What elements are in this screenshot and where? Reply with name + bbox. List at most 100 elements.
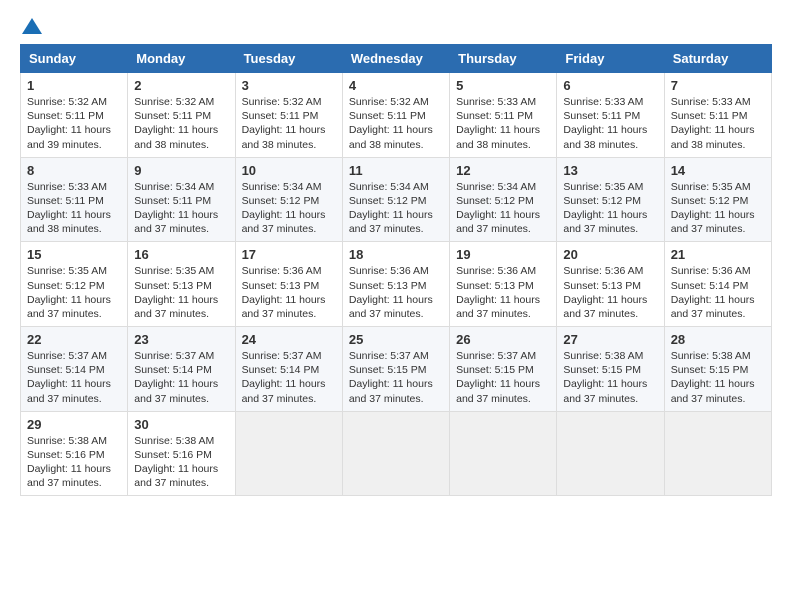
sunrise-label: Sunrise: 5:36 AM	[671, 265, 751, 277]
sunrise-label: Sunrise: 5:35 AM	[671, 181, 751, 193]
cell-content: Sunrise: 5:34 AM Sunset: 5:12 PM Dayligh…	[242, 180, 336, 237]
daylight-label: Daylight: 11 hours and 38 minutes.	[349, 124, 433, 150]
sunrise-label: Sunrise: 5:32 AM	[349, 96, 429, 108]
sunset-label: Sunset: 5:11 PM	[27, 110, 104, 122]
calendar-cell: 30 Sunrise: 5:38 AM Sunset: 5:16 PM Dayl…	[128, 411, 235, 496]
calendar-cell: 11 Sunrise: 5:34 AM Sunset: 5:12 PM Dayl…	[342, 157, 449, 242]
calendar-day-header: Thursday	[450, 45, 557, 73]
calendar-cell: 24 Sunrise: 5:37 AM Sunset: 5:14 PM Dayl…	[235, 327, 342, 412]
sunset-label: Sunset: 5:11 PM	[27, 195, 104, 207]
sunset-label: Sunset: 5:16 PM	[27, 449, 105, 461]
sunrise-label: Sunrise: 5:37 AM	[242, 350, 322, 362]
cell-content: Sunrise: 5:37 AM Sunset: 5:14 PM Dayligh…	[27, 349, 121, 406]
sunrise-label: Sunrise: 5:32 AM	[27, 96, 107, 108]
daylight-label: Daylight: 11 hours and 38 minutes.	[563, 124, 647, 150]
cell-content: Sunrise: 5:36 AM Sunset: 5:13 PM Dayligh…	[349, 264, 443, 321]
day-number: 17	[242, 247, 336, 262]
day-number: 12	[456, 163, 550, 178]
calendar-cell: 17 Sunrise: 5:36 AM Sunset: 5:13 PM Dayl…	[235, 242, 342, 327]
sunset-label: Sunset: 5:14 PM	[134, 364, 212, 376]
day-number: 1	[27, 78, 121, 93]
cell-content: Sunrise: 5:35 AM Sunset: 5:12 PM Dayligh…	[27, 264, 121, 321]
day-number: 3	[242, 78, 336, 93]
daylight-label: Daylight: 11 hours and 37 minutes.	[134, 294, 218, 320]
calendar-cell	[235, 411, 342, 496]
sunset-label: Sunset: 5:13 PM	[134, 280, 212, 292]
cell-content: Sunrise: 5:32 AM Sunset: 5:11 PM Dayligh…	[349, 95, 443, 152]
daylight-label: Daylight: 11 hours and 37 minutes.	[563, 378, 647, 404]
sunset-label: Sunset: 5:13 PM	[563, 280, 641, 292]
daylight-label: Daylight: 11 hours and 37 minutes.	[456, 294, 540, 320]
daylight-label: Daylight: 11 hours and 37 minutes.	[134, 378, 218, 404]
daylight-label: Daylight: 11 hours and 37 minutes.	[671, 294, 755, 320]
daylight-label: Daylight: 11 hours and 37 minutes.	[134, 463, 218, 489]
day-number: 24	[242, 332, 336, 347]
sunrise-label: Sunrise: 5:32 AM	[242, 96, 322, 108]
daylight-label: Daylight: 11 hours and 37 minutes.	[456, 378, 540, 404]
calendar-cell	[342, 411, 449, 496]
sunrise-label: Sunrise: 5:35 AM	[134, 265, 214, 277]
sunrise-label: Sunrise: 5:33 AM	[563, 96, 643, 108]
sunrise-label: Sunrise: 5:34 AM	[456, 181, 536, 193]
sunrise-label: Sunrise: 5:37 AM	[134, 350, 214, 362]
daylight-label: Daylight: 11 hours and 37 minutes.	[134, 209, 218, 235]
calendar-cell: 9 Sunrise: 5:34 AM Sunset: 5:11 PM Dayli…	[128, 157, 235, 242]
daylight-label: Daylight: 11 hours and 37 minutes.	[671, 209, 755, 235]
daylight-label: Daylight: 11 hours and 37 minutes.	[349, 209, 433, 235]
day-number: 22	[27, 332, 121, 347]
calendar-week-row: 15 Sunrise: 5:35 AM Sunset: 5:12 PM Dayl…	[21, 242, 772, 327]
day-number: 9	[134, 163, 228, 178]
sunset-label: Sunset: 5:12 PM	[456, 195, 534, 207]
sunset-label: Sunset: 5:13 PM	[242, 280, 320, 292]
cell-content: Sunrise: 5:36 AM Sunset: 5:13 PM Dayligh…	[563, 264, 657, 321]
day-number: 7	[671, 78, 765, 93]
sunrise-label: Sunrise: 5:35 AM	[27, 265, 107, 277]
calendar-week-row: 8 Sunrise: 5:33 AM Sunset: 5:11 PM Dayli…	[21, 157, 772, 242]
cell-content: Sunrise: 5:34 AM Sunset: 5:12 PM Dayligh…	[456, 180, 550, 237]
sunrise-label: Sunrise: 5:36 AM	[563, 265, 643, 277]
daylight-label: Daylight: 11 hours and 37 minutes.	[349, 378, 433, 404]
sunset-label: Sunset: 5:15 PM	[456, 364, 534, 376]
sunset-label: Sunset: 5:14 PM	[671, 280, 749, 292]
day-number: 6	[563, 78, 657, 93]
sunrise-label: Sunrise: 5:38 AM	[671, 350, 751, 362]
sunrise-label: Sunrise: 5:37 AM	[456, 350, 536, 362]
sunrise-label: Sunrise: 5:38 AM	[27, 435, 107, 447]
daylight-label: Daylight: 11 hours and 38 minutes.	[456, 124, 540, 150]
sunset-label: Sunset: 5:16 PM	[134, 449, 212, 461]
sunset-label: Sunset: 5:12 PM	[563, 195, 641, 207]
cell-content: Sunrise: 5:36 AM Sunset: 5:13 PM Dayligh…	[456, 264, 550, 321]
cell-content: Sunrise: 5:37 AM Sunset: 5:14 PM Dayligh…	[134, 349, 228, 406]
sunrise-label: Sunrise: 5:34 AM	[134, 181, 214, 193]
calendar-cell: 2 Sunrise: 5:32 AM Sunset: 5:11 PM Dayli…	[128, 73, 235, 158]
cell-content: Sunrise: 5:33 AM Sunset: 5:11 PM Dayligh…	[27, 180, 121, 237]
calendar-cell: 5 Sunrise: 5:33 AM Sunset: 5:11 PM Dayli…	[450, 73, 557, 158]
cell-content: Sunrise: 5:35 AM Sunset: 5:13 PM Dayligh…	[134, 264, 228, 321]
calendar-cell: 13 Sunrise: 5:35 AM Sunset: 5:12 PM Dayl…	[557, 157, 664, 242]
cell-content: Sunrise: 5:35 AM Sunset: 5:12 PM Dayligh…	[563, 180, 657, 237]
day-number: 21	[671, 247, 765, 262]
calendar-cell	[450, 411, 557, 496]
day-number: 20	[563, 247, 657, 262]
calendar-cell: 25 Sunrise: 5:37 AM Sunset: 5:15 PM Dayl…	[342, 327, 449, 412]
sunrise-label: Sunrise: 5:34 AM	[349, 181, 429, 193]
calendar-day-header: Wednesday	[342, 45, 449, 73]
calendar-week-row: 29 Sunrise: 5:38 AM Sunset: 5:16 PM Dayl…	[21, 411, 772, 496]
cell-content: Sunrise: 5:34 AM Sunset: 5:11 PM Dayligh…	[134, 180, 228, 237]
cell-content: Sunrise: 5:38 AM Sunset: 5:15 PM Dayligh…	[671, 349, 765, 406]
calendar-cell: 16 Sunrise: 5:35 AM Sunset: 5:13 PM Dayl…	[128, 242, 235, 327]
sunset-label: Sunset: 5:11 PM	[134, 195, 211, 207]
calendar-day-header: Friday	[557, 45, 664, 73]
day-number: 4	[349, 78, 443, 93]
day-number: 19	[456, 247, 550, 262]
calendar-cell: 14 Sunrise: 5:35 AM Sunset: 5:12 PM Dayl…	[664, 157, 771, 242]
cell-content: Sunrise: 5:38 AM Sunset: 5:15 PM Dayligh…	[563, 349, 657, 406]
day-number: 25	[349, 332, 443, 347]
sunrise-label: Sunrise: 5:38 AM	[134, 435, 214, 447]
sunset-label: Sunset: 5:11 PM	[134, 110, 211, 122]
sunset-label: Sunset: 5:15 PM	[671, 364, 749, 376]
calendar-week-row: 22 Sunrise: 5:37 AM Sunset: 5:14 PM Dayl…	[21, 327, 772, 412]
calendar-cell: 15 Sunrise: 5:35 AM Sunset: 5:12 PM Dayl…	[21, 242, 128, 327]
cell-content: Sunrise: 5:38 AM Sunset: 5:16 PM Dayligh…	[134, 434, 228, 491]
sunset-label: Sunset: 5:11 PM	[242, 110, 319, 122]
